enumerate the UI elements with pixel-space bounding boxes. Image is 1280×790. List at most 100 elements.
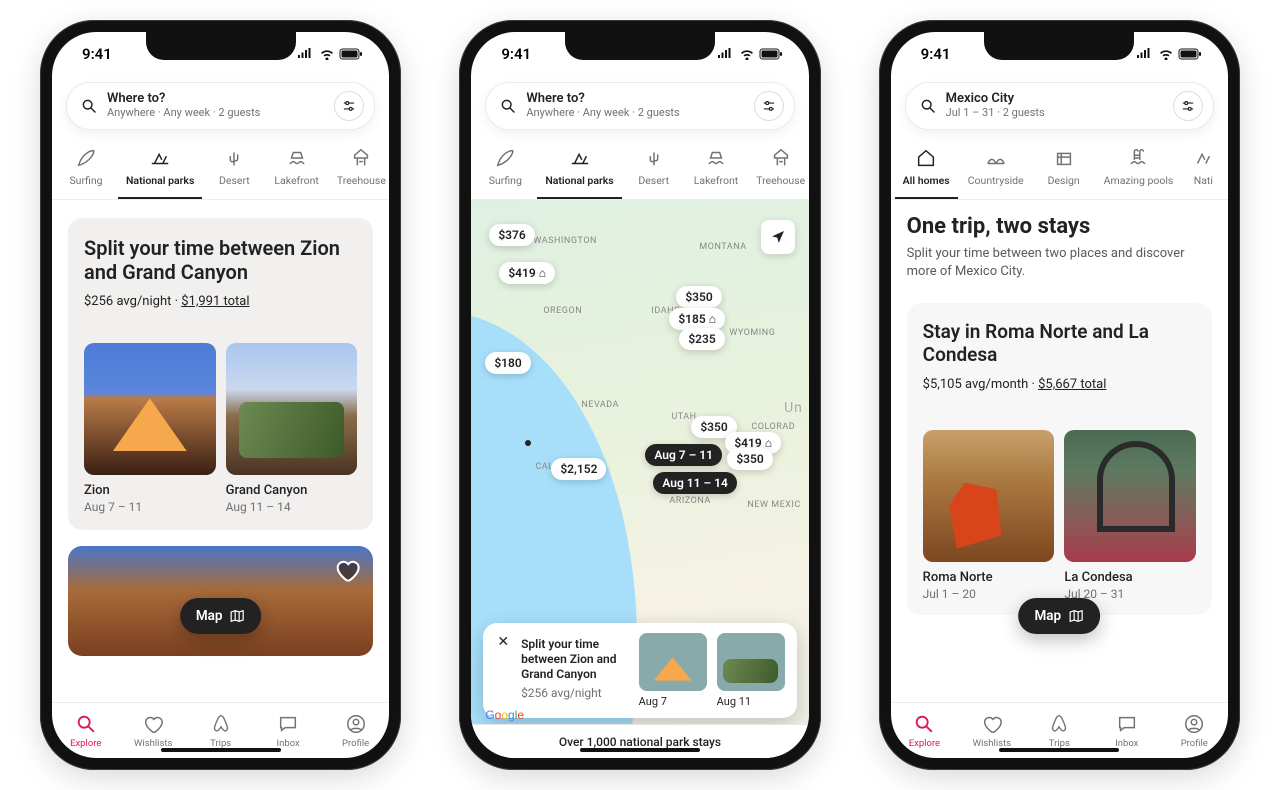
card-thumb-right[interactable]: Aug 11 [717, 633, 785, 708]
map-bottom-card[interactable]: ✕ Split your time between Zion and Grand… [483, 623, 796, 718]
cat-amazing-pools[interactable]: Amazing pools [1096, 140, 1182, 199]
map-state-label: MONTANA [699, 242, 746, 252]
cat-desert[interactable]: Desert [204, 140, 264, 199]
tab-label: Wishlists [134, 738, 172, 749]
heart-icon[interactable] [333, 556, 361, 584]
cat-national-parks[interactable]: National parks [537, 140, 621, 199]
locate-button[interactable] [761, 220, 795, 254]
map-button[interactable]: Map [180, 598, 262, 634]
category-bar[interactable]: All homes Countryside Design Amazing poo… [891, 140, 1228, 200]
map-price-pill[interactable]: $185 ⌂ [669, 308, 725, 330]
chat-icon [277, 713, 299, 735]
cat-design[interactable]: Design [1034, 140, 1094, 199]
map-button[interactable]: Map [1018, 598, 1100, 634]
card-price: $256 avg/night [521, 686, 629, 700]
cat-surfing[interactable]: Surfing [56, 140, 116, 199]
stay-name: Zion [84, 483, 216, 498]
split-card-price: $256 avg/night · $1,991 total [84, 294, 357, 309]
map-price-pill[interactable]: $2,152 [551, 458, 606, 480]
filter-button[interactable] [1173, 91, 1203, 121]
cat-label: Amazing pools [1104, 174, 1174, 187]
map-state-label: NEVADA [581, 400, 619, 410]
cat-national-parks[interactable]: National parks [118, 140, 202, 199]
filter-button[interactable] [754, 91, 784, 121]
surfing-icon [493, 146, 517, 170]
cat-surfing[interactable]: Surfing [475, 140, 535, 199]
search-title: Where to? [526, 92, 743, 107]
treehouse-icon [769, 146, 793, 170]
stay-la-condesa[interactable]: La Condesa Jul 20 – 31 [1064, 430, 1196, 601]
map-footer-bar[interactable]: Over 1,000 national park stays [471, 724, 808, 758]
stay-zion[interactable]: Zion Aug 7 – 11 [84, 343, 216, 514]
design-icon [1052, 146, 1076, 170]
cat-label: Countryside [968, 174, 1024, 187]
search-bar[interactable]: Where to? Anywhere · Any week · 2 guests [66, 82, 375, 130]
search-title: Mexico City [946, 92, 1163, 107]
map-price-pill[interactable]: $180 [485, 352, 530, 374]
split-stay-card[interactable]: Stay in Roma Norte and La Condesa $5,105… [907, 303, 1212, 614]
cat-label: Lakefront [694, 174, 738, 187]
phone-frame-2: 9:41 Where to? Anywhere · Any week · 2 g… [459, 20, 820, 770]
status-time: 9:41 [501, 45, 531, 63]
map-state-label: WYOMING [729, 328, 775, 338]
stay-roma-norte[interactable]: Roma Norte Jul 1 – 20 [923, 430, 1055, 601]
search-subtitle: Jul 1 – 31 · 2 guests [946, 107, 1163, 120]
cat-label: Treehouse [337, 174, 386, 187]
category-bar[interactable]: Surfing National parks Desert Lakefront … [471, 140, 808, 200]
notch [565, 32, 715, 60]
tab-profile[interactable]: Profile [1161, 703, 1228, 758]
tab-label: Explore [70, 738, 101, 749]
phone-frame-1: 9:41 Where to? Anywhere · Any week · 2 g… [40, 20, 401, 770]
lakefront-icon [704, 146, 728, 170]
close-button[interactable]: ✕ [495, 633, 511, 651]
cat-desert[interactable]: Desert [624, 140, 684, 199]
filter-button[interactable] [334, 91, 364, 121]
national-parks-icon [568, 146, 592, 170]
cat-all-homes[interactable]: All homes [895, 140, 958, 199]
map-price-pill[interactable]: $350 [676, 286, 721, 308]
tab-label: Trips [210, 738, 231, 749]
map-price-pill[interactable]: $419 ⌂ [499, 262, 555, 284]
category-bar[interactable]: Surfing National parks Desert Lakefront … [52, 140, 389, 200]
status-time: 9:41 [82, 45, 112, 63]
map-price-pill[interactable]: $376 [489, 224, 534, 246]
map-date-pill[interactable]: Aug 11 – 14 [653, 472, 736, 494]
stay-name: La Condesa [1064, 570, 1196, 585]
cat-treehouse[interactable]: Treehouse [329, 140, 389, 199]
cat-countryside[interactable]: Countryside [960, 140, 1032, 199]
search-bar[interactable]: Where to? Anywhere · Any week · 2 guests [485, 82, 794, 130]
map-icon [229, 608, 245, 624]
map-state-label: COLORAD [751, 422, 795, 432]
cat-treehouse[interactable]: Treehouse [748, 140, 808, 199]
card-thumb-left[interactable]: Aug 7 [639, 633, 707, 708]
cat-lakefront[interactable]: Lakefront [266, 140, 326, 199]
tab-label: Inbox [1115, 738, 1138, 749]
map-icon [1068, 608, 1084, 624]
map-date-pill[interactable]: Aug 7 – 11 [645, 444, 722, 466]
thumb-date: Aug 11 [717, 695, 785, 708]
chat-icon [1116, 713, 1138, 735]
cat-label: Surfing [489, 174, 522, 187]
stay-grand-canyon[interactable]: Grand Canyon Aug 11 – 14 [226, 343, 358, 514]
cat-label: Desert [638, 174, 669, 187]
map-price-pill[interactable]: $350 [727, 448, 772, 470]
tab-explore[interactable]: Explore [891, 703, 958, 758]
cat-lakefront[interactable]: Lakefront [686, 140, 746, 199]
search-bar[interactable]: Mexico City Jul 1 – 31 · 2 guests [905, 82, 1214, 130]
map-view[interactable]: WASHINGTONMONTANAOREGONIDAHOWYOMINGNEVAD… [471, 200, 808, 758]
zion-image [84, 343, 216, 475]
split-card-title: Stay in Roma Norte and La Condesa [923, 321, 1196, 367]
search-icon [75, 713, 97, 735]
search-title: Where to? [107, 92, 324, 107]
map-price-pill[interactable]: $235 [679, 328, 724, 350]
treehouse-icon [349, 146, 373, 170]
home-indicator [580, 748, 700, 752]
status-icons [1136, 48, 1202, 60]
cat-national-parks-truncated[interactable]: Nati [1183, 140, 1223, 199]
cat-label: Treehouse [756, 174, 805, 187]
split-stay-card[interactable]: Split your time between Zion and Grand C… [68, 218, 373, 530]
countryside-icon [984, 146, 1008, 170]
map-footer-text: Over 1,000 national park stays [559, 735, 721, 749]
tab-explore[interactable]: Explore [52, 703, 119, 758]
tab-profile[interactable]: Profile [322, 703, 389, 758]
